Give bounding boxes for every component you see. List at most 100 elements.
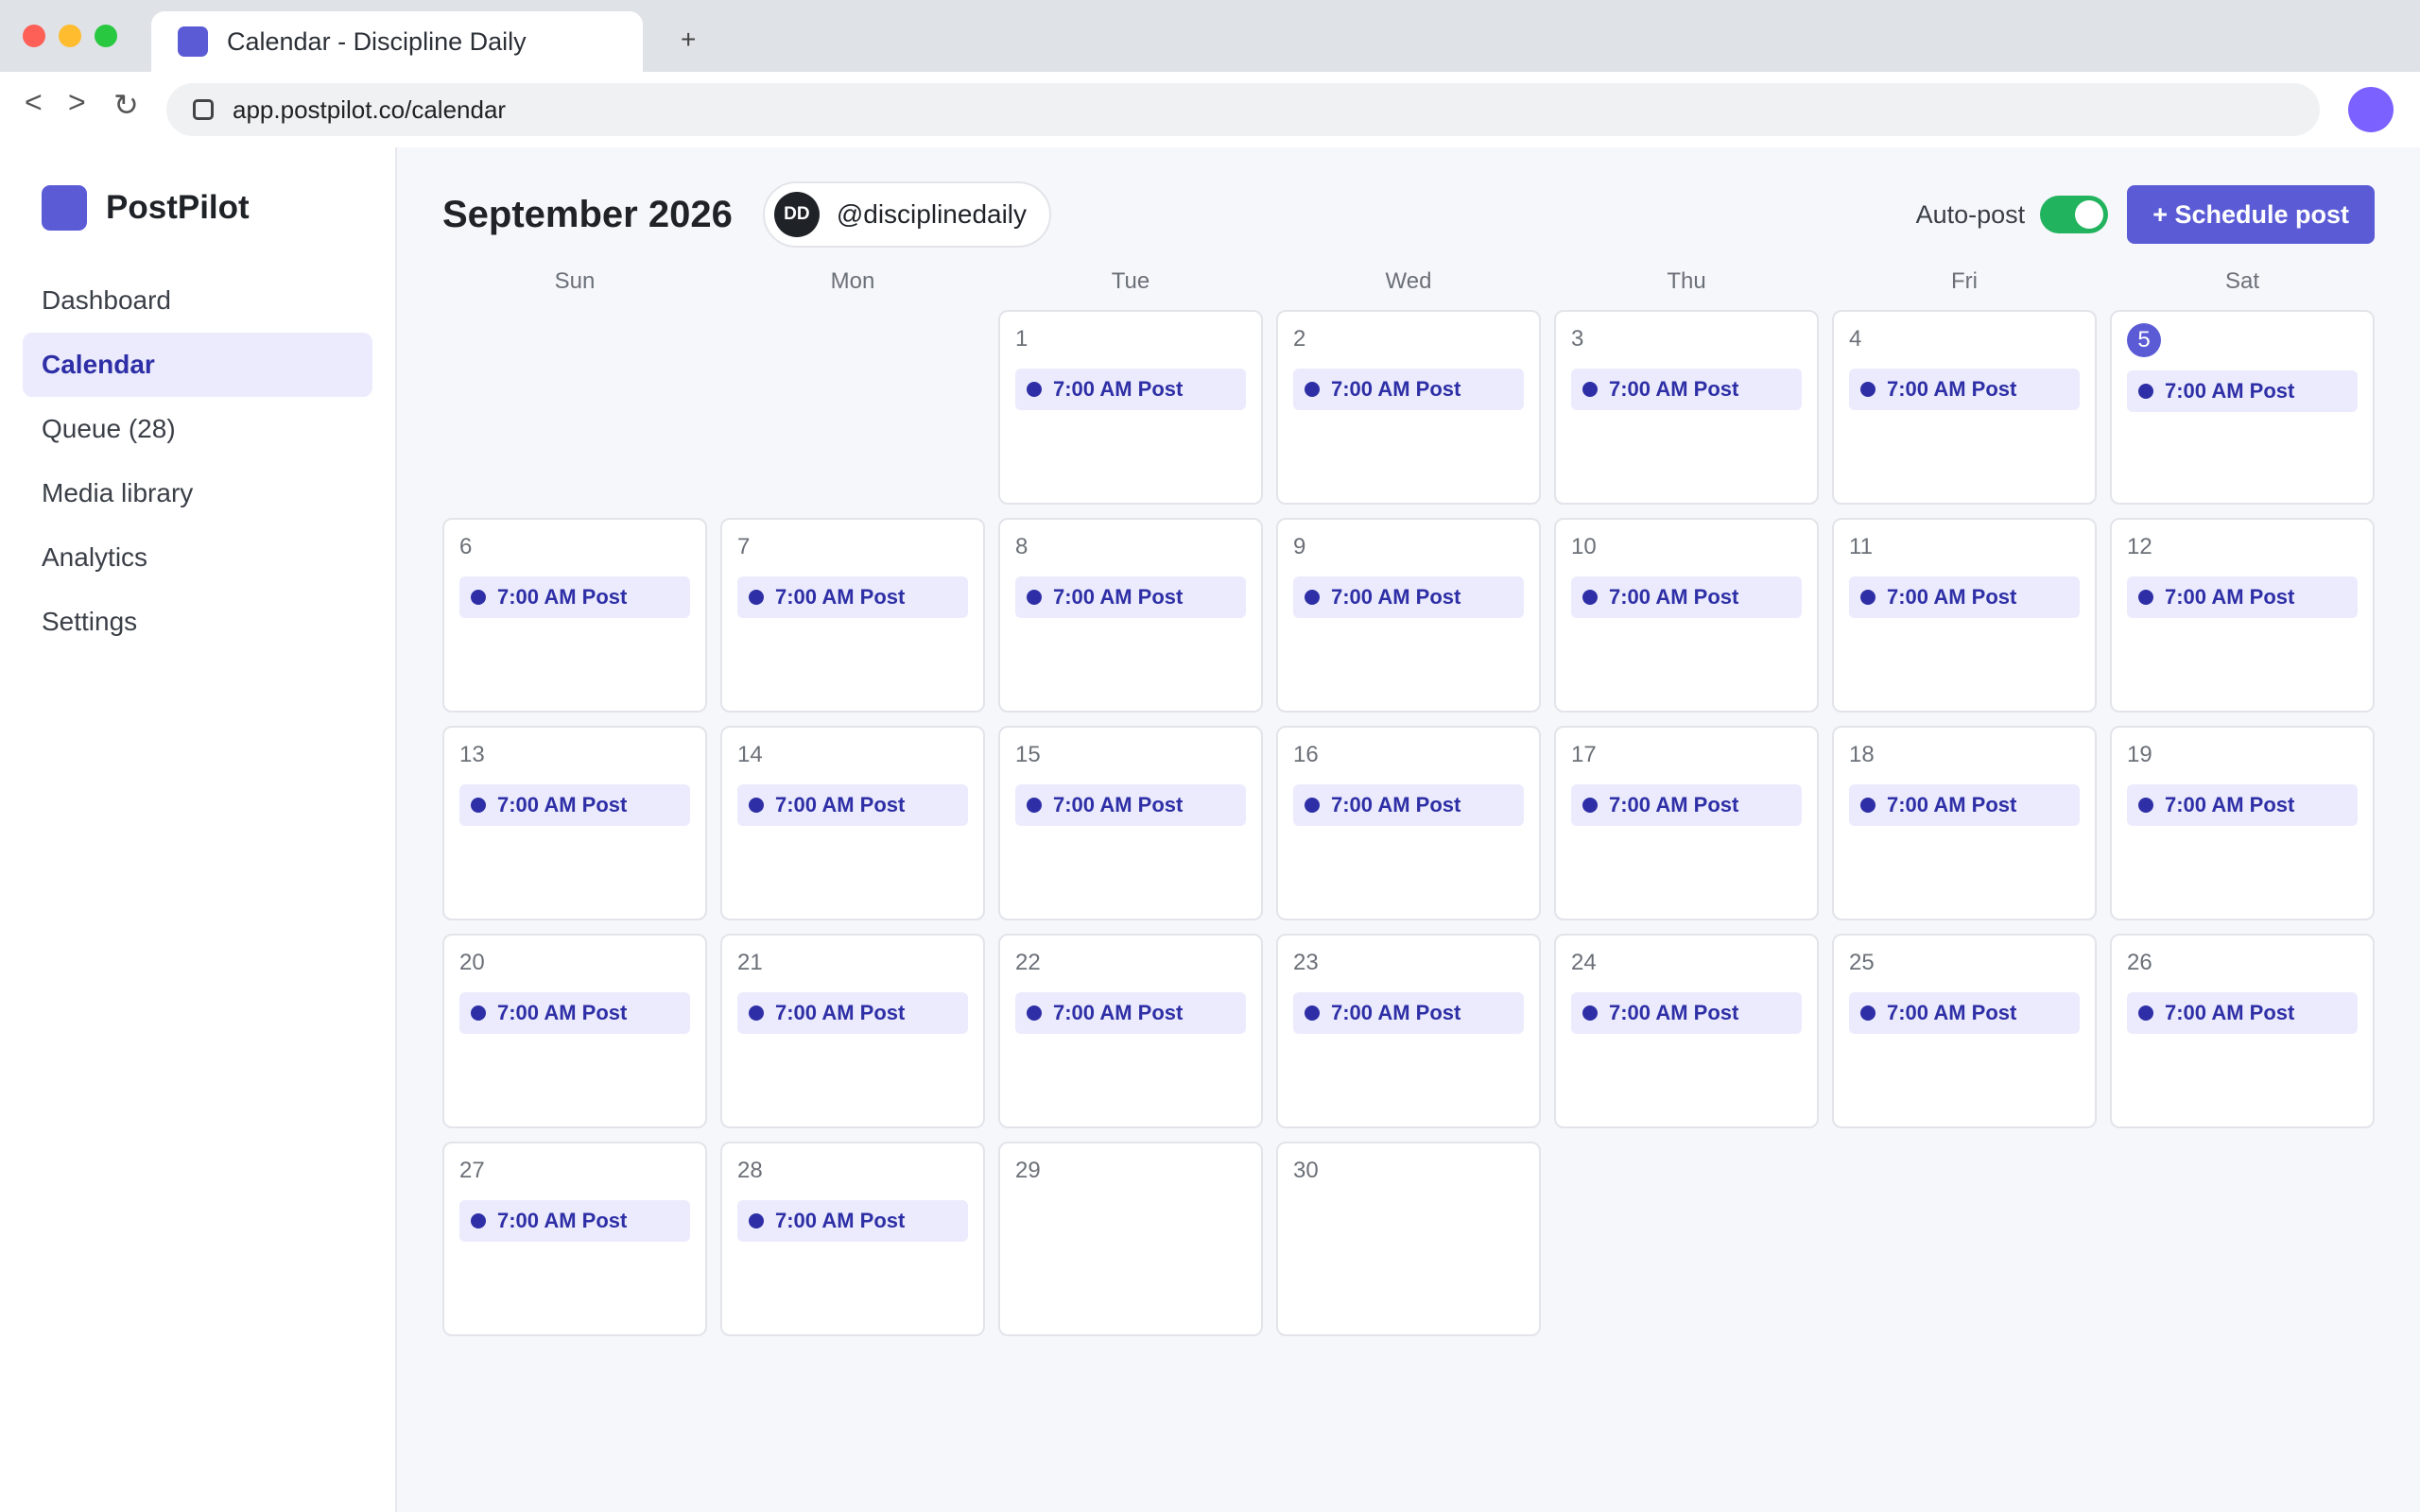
day-cell[interactable]: 10 7:00 AM Post — [1554, 518, 1819, 713]
day-cell[interactable]: 18 7:00 AM Post — [1832, 726, 2097, 920]
account-selector[interactable]: DD @disciplinedaily — [762, 181, 1052, 248]
browser-toolbar: < > ↻ app.postpilot.co/calendar — [0, 72, 2420, 147]
day-cell[interactable]: 13 7:00 AM Post — [442, 726, 707, 920]
close-window-button[interactable] — [23, 25, 45, 47]
day-cell[interactable]: 2 7:00 AM Post — [1276, 310, 1541, 505]
event-label: 7:00 AM Post — [1609, 793, 1739, 816]
scheduled-post-event[interactable]: 7:00 AM Post — [1571, 784, 1802, 826]
scheduled-post-event[interactable]: 7:00 AM Post — [2127, 784, 2358, 826]
scheduled-post-event[interactable]: 7:00 AM Post — [1849, 784, 2080, 826]
status-dot-icon — [749, 1213, 764, 1228]
day-cell[interactable]: 27 7:00 AM Post — [442, 1142, 707, 1336]
sidebar-item-media-library[interactable]: Media library — [23, 461, 372, 525]
scheduled-post-event[interactable]: 7:00 AM Post — [1293, 576, 1524, 618]
day-cell[interactable]: 7 7:00 AM Post — [720, 518, 985, 713]
scheduled-post-event[interactable]: 7:00 AM Post — [737, 576, 968, 618]
day-cell[interactable]: 19 7:00 AM Post — [2110, 726, 2375, 920]
day-cell[interactable]: 9 7:00 AM Post — [1276, 518, 1541, 713]
back-button[interactable]: < — [25, 85, 43, 120]
status-dot-icon — [1860, 382, 1876, 397]
day-number: 4 — [1849, 326, 1862, 352]
scheduled-post-event[interactable]: 7:00 AM Post — [1571, 576, 1802, 618]
day-number: 8 — [1015, 534, 1028, 559]
day-number: 19 — [2127, 742, 2152, 767]
day-cell[interactable]: 26 7:00 AM Post — [2110, 934, 2375, 1128]
maximize-window-button[interactable] — [95, 25, 117, 47]
sidebar-item-settings[interactable]: Settings — [23, 590, 372, 654]
scheduled-post-event[interactable]: 7:00 AM Post — [2127, 370, 2358, 412]
day-cell[interactable]: 6 7:00 AM Post — [442, 518, 707, 713]
day-cell[interactable]: 5 7:00 AM Post — [2110, 310, 2375, 505]
day-cell[interactable]: 30 — [1276, 1142, 1541, 1336]
sidebar-item-calendar[interactable]: Calendar — [23, 333, 372, 397]
scheduled-post-event[interactable]: 7:00 AM Post — [1571, 369, 1802, 410]
status-dot-icon — [471, 590, 486, 605]
scheduled-post-event[interactable]: 7:00 AM Post — [459, 576, 690, 618]
scheduled-post-event[interactable]: 7:00 AM Post — [1293, 784, 1524, 826]
day-cell[interactable]: 21 7:00 AM Post — [720, 934, 985, 1128]
status-dot-icon — [1582, 1005, 1598, 1021]
day-cell[interactable]: 24 7:00 AM Post — [1554, 934, 1819, 1128]
day-number: 1 — [1015, 326, 1028, 352]
scheduled-post-event[interactable]: 7:00 AM Post — [459, 784, 690, 826]
status-dot-icon — [749, 1005, 764, 1021]
calendar-grid: 1 7:00 AM Post 2 7:00 AM Post 3 7:00 AM Post 4… — [442, 310, 2375, 1336]
event-label: 7:00 AM Post — [1331, 1001, 1461, 1024]
address-bar[interactable]: app.postpilot.co/calendar — [166, 83, 2320, 136]
day-cell[interactable]: 28 7:00 AM Post — [720, 1142, 985, 1336]
today-day-number: 5 — [2127, 323, 2161, 357]
day-cell[interactable]: 16 7:00 AM Post — [1276, 726, 1541, 920]
day-number: 17 — [1571, 742, 1597, 767]
day-cell[interactable]: 25 7:00 AM Post — [1832, 934, 2097, 1128]
site-info-icon[interactable] — [193, 99, 214, 120]
reload-button[interactable]: ↻ — [113, 87, 139, 123]
day-cell[interactable]: 3 7:00 AM Post — [1554, 310, 1819, 505]
day-number: 6 — [459, 534, 473, 559]
sidebar-item-dashboard[interactable]: Dashboard — [23, 268, 372, 333]
scheduled-post-event[interactable]: 7:00 AM Post — [1015, 992, 1246, 1034]
scheduled-post-event[interactable]: 7:00 AM Post — [459, 992, 690, 1034]
autopost-toggle[interactable] — [2040, 196, 2109, 233]
day-cell[interactable]: 11 7:00 AM Post — [1832, 518, 2097, 713]
scheduled-post-event[interactable]: 7:00 AM Post — [1293, 369, 1524, 410]
scheduled-post-event[interactable]: 7:00 AM Post — [1849, 576, 2080, 618]
scheduled-post-event[interactable]: 7:00 AM Post — [2127, 576, 2358, 618]
scheduled-post-event[interactable]: 7:00 AM Post — [1015, 576, 1246, 618]
scheduled-post-event[interactable]: 7:00 AM Post — [737, 1200, 968, 1242]
scheduled-post-event[interactable]: 7:00 AM Post — [737, 992, 968, 1034]
event-label: 7:00 AM Post — [775, 793, 906, 816]
day-cell[interactable]: 1 7:00 AM Post — [998, 310, 1263, 505]
sidebar-item-analytics[interactable]: Analytics — [23, 525, 372, 590]
day-cell[interactable]: 8 7:00 AM Post — [998, 518, 1263, 713]
scheduled-post-event[interactable]: 7:00 AM Post — [737, 784, 968, 826]
sidebar-item-queue-28[interactable]: Queue (28) — [23, 397, 372, 461]
scheduled-post-event[interactable]: 7:00 AM Post — [459, 1200, 690, 1242]
day-cell[interactable]: 12 7:00 AM Post — [2110, 518, 2375, 713]
weekday-fri: Fri — [1951, 268, 1978, 294]
schedule-post-button[interactable]: + Schedule post — [2127, 185, 2375, 244]
day-cell[interactable]: 4 7:00 AM Post — [1832, 310, 2097, 505]
forward-button[interactable]: > — [68, 85, 86, 120]
day-cell[interactable]: 15 7:00 AM Post — [998, 726, 1263, 920]
scheduled-post-event[interactable]: 7:00 AM Post — [1293, 992, 1524, 1034]
day-cell[interactable]: 14 7:00 AM Post — [720, 726, 985, 920]
day-number: 23 — [1293, 950, 1319, 975]
scheduled-post-event[interactable]: 7:00 AM Post — [1849, 369, 2080, 410]
day-cell[interactable]: 29 — [998, 1142, 1263, 1336]
scheduled-post-event[interactable]: 7:00 AM Post — [1571, 992, 1802, 1034]
profile-avatar[interactable] — [2348, 87, 2394, 132]
scheduled-post-event[interactable]: 7:00 AM Post — [1849, 992, 2080, 1034]
scheduled-post-event[interactable]: 7:00 AM Post — [1015, 369, 1246, 410]
day-cell[interactable]: 22 7:00 AM Post — [998, 934, 1263, 1128]
scheduled-post-event[interactable]: 7:00 AM Post — [2127, 992, 2358, 1034]
minimize-window-button[interactable] — [59, 25, 81, 47]
scheduled-post-event[interactable]: 7:00 AM Post — [1015, 784, 1246, 826]
weekday-tue: Tue — [1111, 268, 1150, 294]
new-tab-button[interactable]: + — [681, 25, 696, 55]
status-dot-icon — [471, 1213, 486, 1228]
browser-tab[interactable]: Calendar - Discipline Daily — [151, 11, 643, 72]
day-cell[interactable]: 17 7:00 AM Post — [1554, 726, 1819, 920]
event-label: 7:00 AM Post — [1609, 377, 1739, 401]
day-cell[interactable]: 23 7:00 AM Post — [1276, 934, 1541, 1128]
day-cell[interactable]: 20 7:00 AM Post — [442, 934, 707, 1128]
